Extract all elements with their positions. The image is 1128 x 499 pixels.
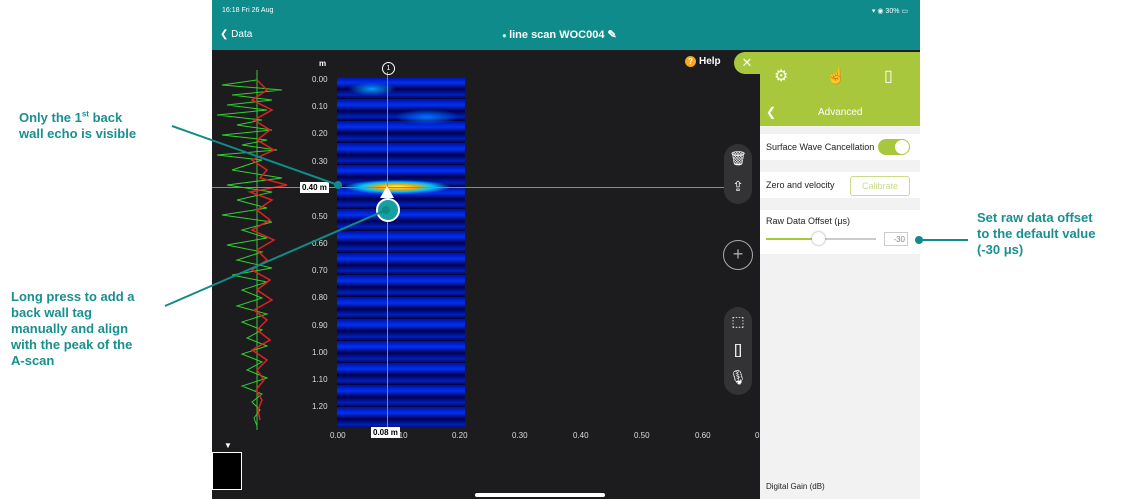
annotation-dot-long-press	[382, 206, 390, 214]
annotation-line-back-wall	[171, 125, 339, 186]
annotation-lines	[164, 125, 968, 307]
annotation-dot-raw-offset	[915, 236, 923, 244]
annotation-line-long-press	[164, 209, 387, 307]
annotation-dot-back-wall	[334, 181, 342, 189]
